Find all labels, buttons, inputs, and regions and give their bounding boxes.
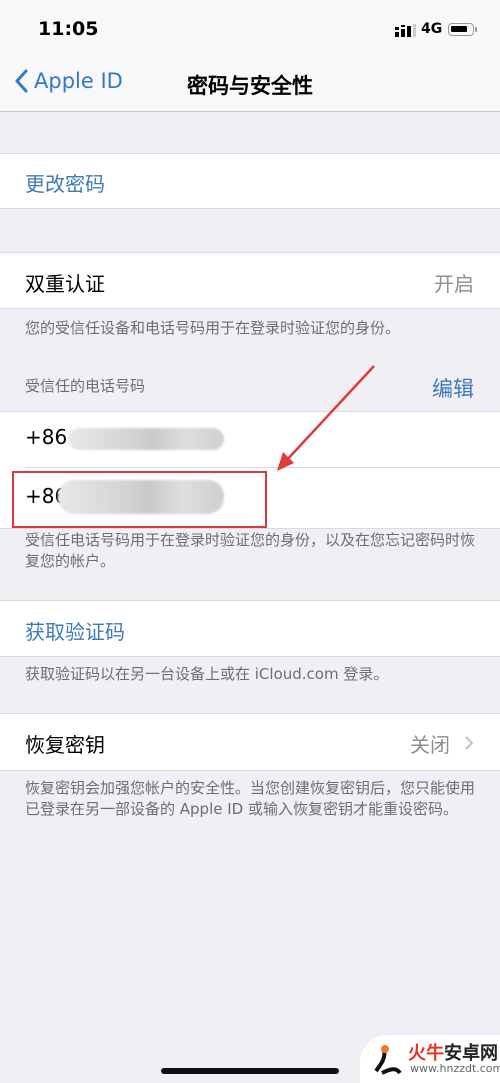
recovery-key-footer: 恢复密钥会加强您帐户的安全性。当您创建恢复密钥后，您只能使用已登录在另一部设备的…	[25, 779, 476, 818]
chevron-right-icon	[465, 736, 474, 750]
watermark-url: www.hnzzdt.com	[410, 1062, 500, 1075]
get-code-row[interactable]: 获取验证码	[0, 600, 500, 657]
watermark-logo-icon	[374, 1045, 402, 1075]
recovery-key-status: 关闭	[410, 733, 450, 757]
annotation-arrow-icon	[277, 365, 375, 471]
get-code-label: 获取验证码	[25, 620, 125, 644]
home-indicator	[161, 1068, 339, 1074]
watermark: 火牛安卓网 www.hnzzdt.com	[360, 1035, 500, 1083]
recovery-key-label: 恢复密钥	[25, 733, 105, 757]
recovery-key-row[interactable]: 恢复密钥 关闭	[0, 713, 500, 771]
get-code-footer: 获取验证码以在另一台设备上或在 iCloud.com 登录。	[25, 665, 389, 683]
